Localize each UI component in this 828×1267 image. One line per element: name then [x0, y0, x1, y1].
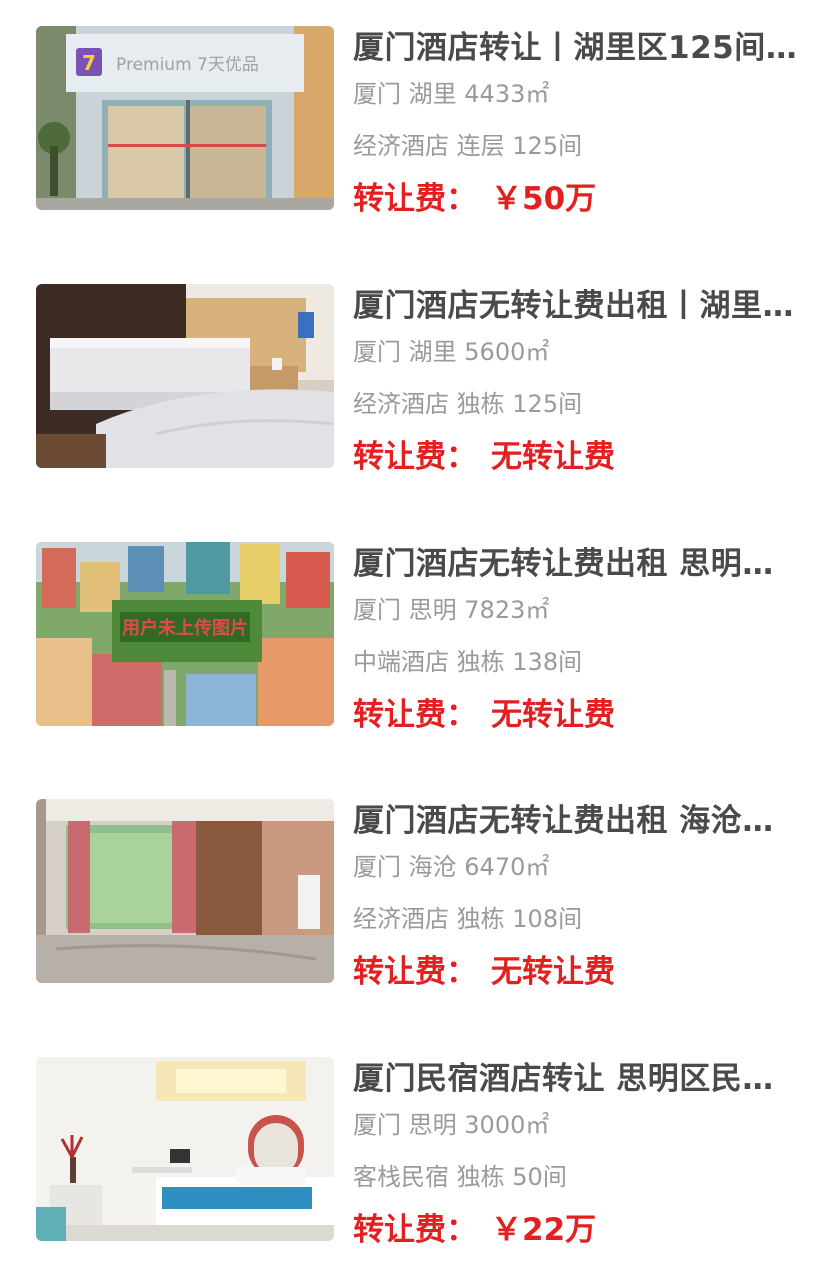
listing-area: 4433㎡ [464, 80, 550, 108]
listing-list: 7 Premium 7天优品 厦门酒店转让丨湖里区125间经济型酒店转让 厦门 … [0, 0, 828, 1267]
fee-label: 转让费： [353, 181, 477, 217]
listing-area: 5600㎡ [464, 338, 550, 366]
listing-card[interactable]: 7 Premium 7天优品 厦门酒店转让丨湖里区125间经济型酒店转让 厦门 … [0, 26, 828, 226]
listing-area: 6470㎡ [464, 853, 550, 881]
listing-area: 7823㎡ [464, 596, 550, 624]
listing-meta: 中端酒店 独栋 138间 [353, 644, 582, 680]
listing-location: 厦门 湖里 4433㎡ [353, 76, 549, 112]
listing-location: 厦门 思明 3000㎡ [353, 1107, 549, 1143]
fee-label: 转让费： [353, 954, 477, 990]
fee-value: 无转让费 [491, 697, 615, 733]
guesthouse-room-image [36, 1057, 334, 1241]
listing-city: 厦门 [353, 853, 401, 881]
listing-building: 连层 [456, 132, 505, 160]
fee-value: 无转让费 [491, 954, 615, 990]
listing-city: 厦门 [353, 338, 401, 366]
listing-fee: 转让费： ￥50万 [353, 176, 596, 222]
listing-card[interactable]: 厦门民宿酒店转让 思明区民宿转让 厦门 思明 3000㎡ 客栈民宿 独栋 50间… [0, 1057, 828, 1257]
listing-district: 湖里 [408, 338, 457, 366]
listing-title[interactable]: 厦门民宿酒店转让 思明区民宿转让 [353, 1057, 798, 1101]
listing-district: 湖里 [408, 80, 457, 108]
listing-city: 厦门 [353, 596, 401, 624]
listing-title[interactable]: 厦门酒店无转让费出租丨湖里区独栋酒店 [353, 284, 798, 328]
listing-thumbnail[interactable] [36, 284, 334, 468]
listing-rooms: 125间 [512, 390, 583, 418]
listing-fee: 转让费： ￥22万 [353, 1207, 596, 1253]
listing-location: 厦门 湖里 5600㎡ [353, 334, 549, 370]
listing-thumbnail[interactable] [36, 1057, 334, 1241]
fee-label: 转让费： [353, 697, 477, 733]
listing-meta: 经济酒店 连层 125间 [353, 128, 582, 164]
listing-rooms: 108间 [512, 905, 583, 933]
listing-meta: 经济酒店 独栋 125间 [353, 386, 582, 422]
sign-text: Premium 7天优品 [116, 55, 259, 75]
placeholder-image: 用户未上传图片 [36, 542, 334, 726]
listing-fee: 转让费： 无转让费 [353, 434, 615, 480]
listing-rooms: 125间 [512, 132, 583, 160]
listing-thumbnail[interactable] [36, 799, 334, 983]
listing-title[interactable]: 厦门酒店无转让费出租 海沧区独栋酒店 [353, 799, 798, 843]
listing-district: 思明 [408, 1111, 457, 1139]
listing-fee: 转让费： 无转让费 [353, 949, 615, 995]
fee-label: 转让费： [353, 1212, 477, 1248]
fee-value: ￥22万 [491, 1212, 597, 1248]
listing-rooms: 50间 [512, 1163, 567, 1191]
listing-thumbnail[interactable]: 用户未上传图片 [36, 542, 334, 726]
listing-thumbnail[interactable]: 7 Premium 7天优品 [36, 26, 334, 210]
empty-room-image [36, 799, 334, 983]
listing-category: 经济酒店 [353, 905, 449, 933]
listing-title[interactable]: 厦门酒店无转让费出租 思明区独栋酒店 [353, 542, 798, 586]
listing-area: 3000㎡ [464, 1111, 550, 1139]
listing-meta: 经济酒店 独栋 108间 [353, 901, 582, 937]
listing-rooms: 138间 [512, 648, 583, 676]
listing-location: 厦门 思明 7823㎡ [353, 592, 549, 628]
listing-building: 独栋 [456, 648, 505, 676]
listing-city: 厦门 [353, 80, 401, 108]
fee-value: ￥50万 [491, 181, 597, 217]
listing-category: 中端酒店 [353, 648, 449, 676]
fee-value: 无转让费 [491, 439, 615, 475]
listing-fee: 转让费： 无转让费 [353, 692, 615, 738]
listing-category: 经济酒店 [353, 132, 449, 160]
placeholder-text: 用户未上传图片 [122, 617, 248, 639]
listing-location: 厦门 海沧 6470㎡ [353, 849, 549, 885]
listing-city: 厦门 [353, 1111, 401, 1139]
listing-card[interactable]: 用户未上传图片 厦门酒店无转让费出租 思明区独栋酒店 厦门 思明 7823㎡ 中… [0, 542, 828, 742]
listing-card[interactable]: 厦门酒店无转让费出租 海沧区独栋酒店 厦门 海沧 6470㎡ 经济酒店 独栋 1… [0, 799, 828, 999]
listing-building: 独栋 [456, 905, 505, 933]
hotel-storefront-image: 7 Premium 7天优品 [36, 26, 334, 210]
listing-card[interactable]: 厦门酒店无转让费出租丨湖里区独栋酒店 厦门 湖里 5600㎡ 经济酒店 独栋 1… [0, 284, 828, 484]
fee-label: 转让费： [353, 439, 477, 475]
listing-district: 思明 [408, 596, 457, 624]
listing-building: 独栋 [456, 1163, 505, 1191]
listing-category: 经济酒店 [353, 390, 449, 418]
hotel-room-image [36, 284, 334, 468]
listing-meta: 客栈民宿 独栋 50间 [353, 1159, 567, 1195]
listing-title[interactable]: 厦门酒店转让丨湖里区125间经济型酒店转让 [353, 26, 798, 70]
listing-building: 独栋 [456, 390, 505, 418]
sign-badge: 7 [82, 51, 96, 75]
listing-district: 海沧 [408, 853, 457, 881]
listing-category: 客栈民宿 [353, 1163, 449, 1191]
